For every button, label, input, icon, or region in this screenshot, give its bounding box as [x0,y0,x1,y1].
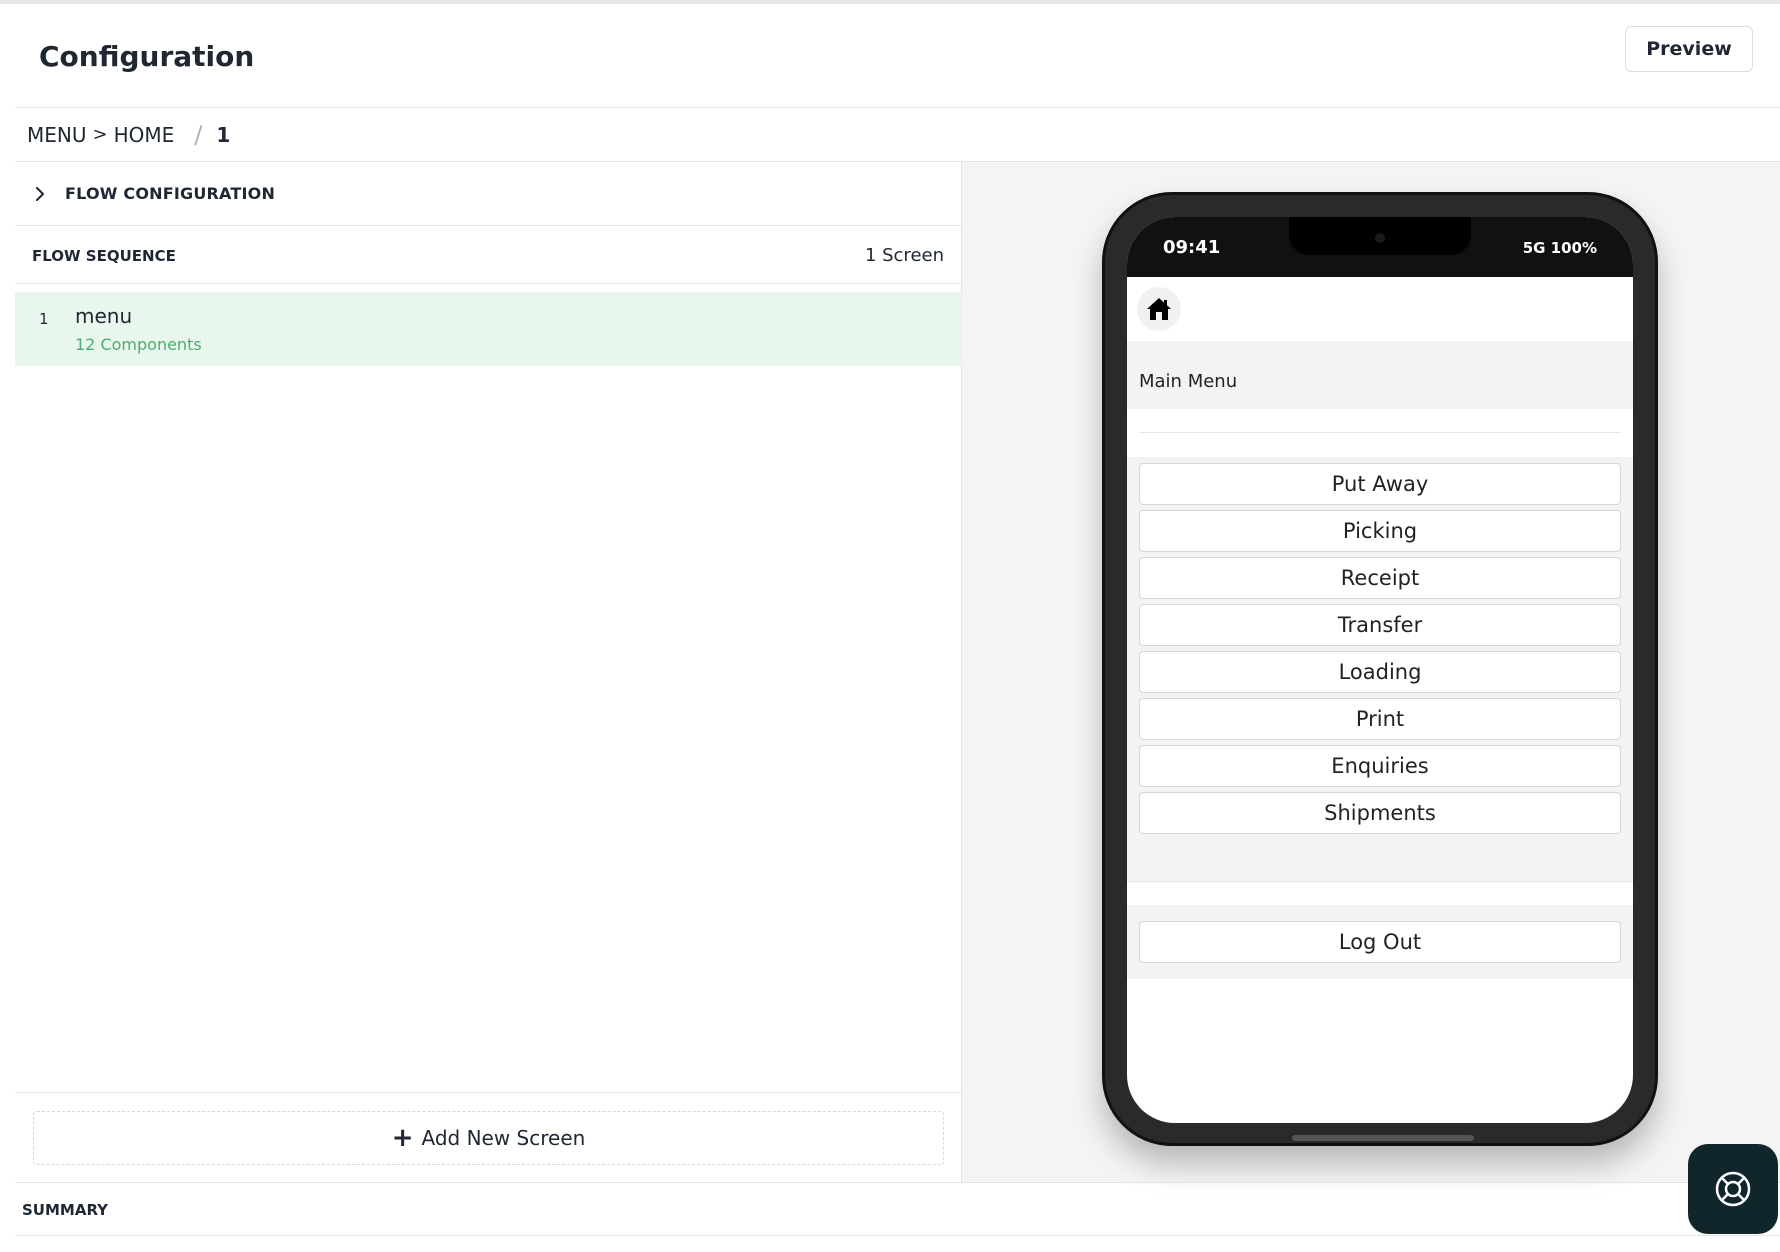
phone-screen-title: Main Menu [1139,371,1238,392]
menu-button-loading[interactable]: Loading [1139,651,1621,693]
phone-mockup: 09:41 5G 100% Main Menu Put Away Picking… [1102,192,1658,1146]
menu-button-print[interactable]: Print [1139,698,1621,740]
phone-menu-list: Put Away Picking Receipt Transfer Loadin… [1127,457,1633,881]
home-indicator [1292,1135,1474,1141]
status-time: 09:41 [1163,237,1221,258]
menu-button-transfer[interactable]: Transfer [1139,604,1621,646]
phone-notch [1289,217,1471,255]
add-new-screen-button[interactable]: + Add New Screen [33,1111,944,1165]
phone-logout-section: Log Out [1127,905,1633,979]
chevron-right-icon [36,186,44,201]
camera-dot [1375,233,1385,243]
breadcrumb-current: 1 [216,122,231,147]
preview-button[interactable]: Preview [1625,26,1753,72]
flow-panel: FLOW CONFIGURATION FLOW SEQUENCE 1 Scree… [15,162,962,1182]
help-button[interactable] [1688,1144,1778,1234]
status-bar: 09:41 5G 100% [1127,217,1633,277]
flow-configuration-label: FLOW CONFIGURATION [65,184,276,203]
flow-sequence-header: FLOW SEQUENCE 1 Screen [15,226,962,284]
divider [1139,432,1621,433]
screen-number: 1 [39,310,49,328]
menu-button-picking[interactable]: Picking [1139,510,1621,552]
home-button[interactable] [1137,287,1181,331]
menu-button-put-away[interactable]: Put Away [1139,463,1621,505]
breadcrumb-home[interactable]: HOME [114,123,175,147]
screen-component-count: 12 Components [75,335,202,354]
phone-toolbar [1127,277,1633,341]
screen-count: 1 Screen [864,245,944,266]
breadcrumb: MENU > HOME / 1 [15,108,1780,162]
log-out-button[interactable]: Log Out [1139,921,1621,963]
phone-screen: 09:41 5G 100% Main Menu Put Away Picking… [1127,217,1633,1123]
flow-sequence-label: FLOW SEQUENCE [32,247,176,265]
phone-title-section: Main Menu [1127,341,1633,409]
page-title: Configuration [39,40,255,73]
summary-label: SUMMARY [22,1201,109,1219]
summary-section[interactable]: SUMMARY [15,1182,1780,1236]
home-icon [1147,298,1171,320]
divider [1127,881,1633,882]
preview-panel: 09:41 5G 100% Main Menu Put Away Picking… [962,162,1780,1182]
menu-button-receipt[interactable]: Receipt [1139,557,1621,599]
page-header: Configuration Preview [15,4,1780,108]
plus-icon: + [391,1123,414,1153]
breadcrumb-arrow: > [92,124,108,145]
status-network: 5G 100% [1522,239,1597,257]
screen-name: menu [75,304,133,328]
add-new-screen-label: Add New Screen [421,1126,586,1150]
configuration-page: Configuration Preview MENU > HOME / 1 FL… [15,4,1780,1252]
menu-button-shipments[interactable]: Shipments [1139,792,1621,834]
lifebuoy-icon [1715,1171,1751,1207]
menu-button-enquiries[interactable]: Enquiries [1139,745,1621,787]
breadcrumb-separator: / [194,120,203,149]
breadcrumb-menu[interactable]: MENU [27,123,87,147]
add-screen-area: + Add New Screen [15,1092,962,1182]
screen-list-item[interactable]: 1 menu 12 Components [15,292,962,366]
flow-configuration-toggle[interactable]: FLOW CONFIGURATION [15,162,962,226]
